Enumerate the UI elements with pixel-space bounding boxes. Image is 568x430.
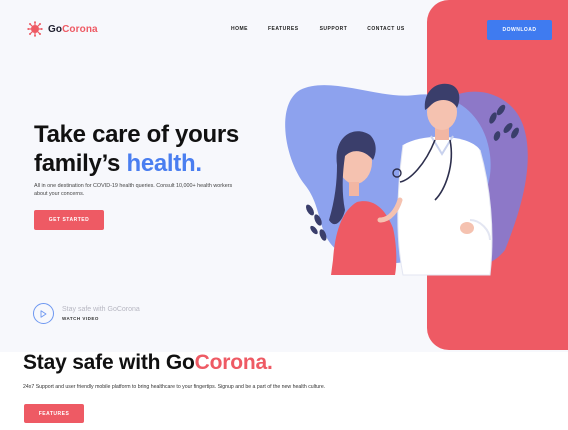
section-title-accent: Corona. <box>194 351 273 374</box>
brand-name-part1: Go <box>48 23 63 35</box>
brand-logo[interactable]: GoCorona <box>27 21 98 37</box>
video-subtitle: WATCH VIDEO <box>62 316 99 321</box>
hero-subtitle: All in one destination for COVID-19 heal… <box>34 183 233 197</box>
section-title: Stay safe with GoCorona. <box>23 351 273 375</box>
doctor-patient-illustration <box>285 83 528 276</box>
hero-title-accent: health. <box>126 150 202 177</box>
brand-name-part2: Corona <box>62 23 98 35</box>
watch-video-link[interactable]: Stay safe with GoCorona WATCH VIDEO <box>33 303 140 324</box>
play-button[interactable] <box>33 303 54 324</box>
video-text: Stay safe with GoCorona WATCH VIDEO <box>62 306 140 321</box>
virus-icon <box>27 21 43 37</box>
get-started-button[interactable]: GET STARTED <box>34 210 104 230</box>
nav-support[interactable]: SUPPORT <box>320 26 348 32</box>
video-title: Stay safe with GoCorona <box>62 306 140 313</box>
nav-home[interactable]: HOME <box>231 26 248 32</box>
section-title-prefix: Stay safe with Go <box>23 351 195 374</box>
section-subtitle: 24x7 Support and user friendly mobile pl… <box>23 384 326 390</box>
nav-contact-us[interactable]: CONTACT US <box>367 26 404 32</box>
hero-title: Take care of yours family’s health. <box>34 120 239 178</box>
nav-features[interactable]: FEATURES <box>268 26 299 32</box>
play-icon <box>40 309 47 318</box>
brand-name: GoCorona <box>48 24 98 35</box>
hero-title-line2: family’s <box>34 150 127 177</box>
hero-title-line1: Take care of yours <box>34 121 239 148</box>
features-button[interactable]: FEATURES <box>24 404 84 423</box>
download-button[interactable]: DOWNLOAD <box>487 20 552 40</box>
main-nav: HOME FEATURES SUPPORT CONTACT US <box>231 26 405 32</box>
